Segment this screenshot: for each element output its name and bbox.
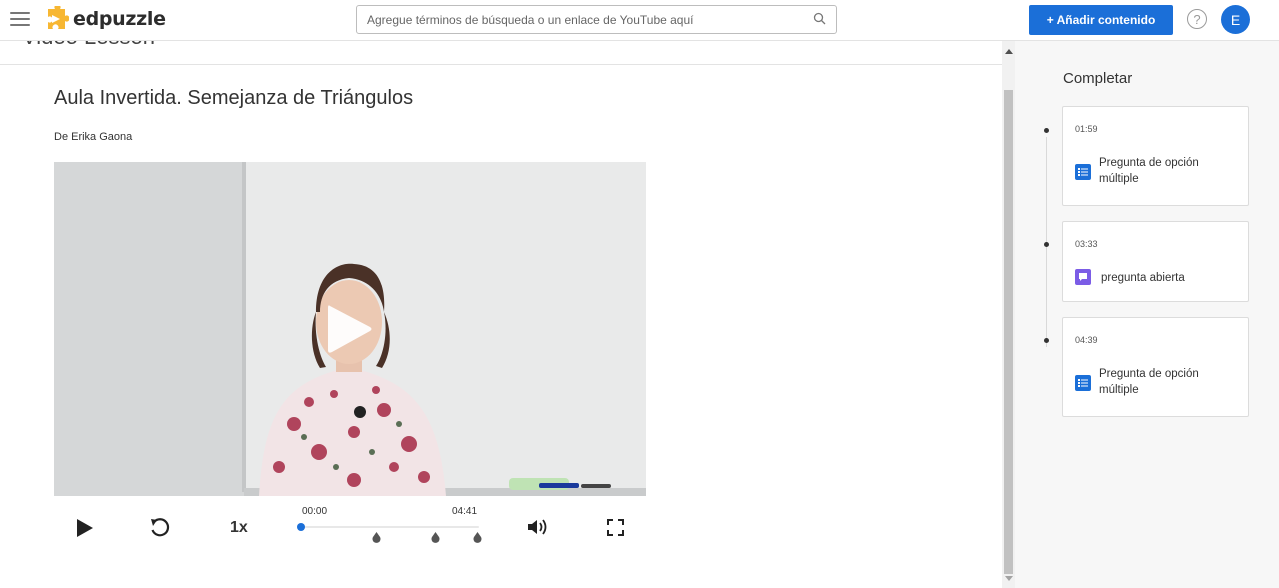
question-label-line: pregunta abierta bbox=[1101, 272, 1185, 284]
question-label-line: múltiple bbox=[1099, 384, 1139, 396]
open-question-icon bbox=[1075, 269, 1091, 285]
menu-icon[interactable] bbox=[8, 9, 32, 29]
search-input[interactable] bbox=[367, 6, 797, 33]
questions-panel: Completar 01:59 Pregunta de opción múlti… bbox=[1015, 41, 1279, 588]
page-title: Aula Invertida. Semejanza de Triángulos bbox=[54, 87, 414, 109]
avatar[interactable]: E bbox=[1221, 5, 1250, 34]
partial-title: Video Lesson bbox=[22, 41, 155, 50]
panel-heading: Completar bbox=[1063, 70, 1133, 87]
puzzle-logo-icon bbox=[48, 6, 69, 29]
question-marker[interactable] bbox=[473, 532, 482, 543]
video-controls: 1x 00:00 04:41 bbox=[54, 501, 646, 561]
scrollbar[interactable] bbox=[1002, 41, 1015, 588]
question-label: Pregunta de opción múltiple bbox=[1099, 366, 1199, 398]
help-icon[interactable]: ? bbox=[1187, 9, 1207, 29]
question-card[interactable]: 01:59 Pregunta de opción múltiple bbox=[1062, 106, 1249, 206]
search-icon[interactable] bbox=[812, 11, 828, 27]
search-box bbox=[356, 5, 837, 34]
fullscreen-icon[interactable] bbox=[607, 519, 624, 536]
lesson-pane: Video Lesson Aula Invertida. Semejanza d… bbox=[0, 41, 1002, 588]
author-line: De Erika Gaona bbox=[54, 131, 133, 143]
replay-icon[interactable] bbox=[149, 517, 171, 539]
question-card[interactable]: 03:33 pregunta abierta bbox=[1062, 221, 1249, 302]
timeline-dot bbox=[1044, 338, 1049, 343]
add-content-button[interactable]: + Añadir contenido bbox=[1029, 5, 1173, 35]
question-label: Pregunta de opción múltiple bbox=[1099, 155, 1199, 187]
multiple-choice-icon bbox=[1075, 164, 1091, 180]
top-bar: edpuzzle + Añadir contenido ? E bbox=[0, 0, 1279, 41]
timeline-dot bbox=[1044, 242, 1049, 247]
current-time: 00:00 bbox=[302, 506, 328, 517]
duration: 04:41 bbox=[452, 506, 478, 517]
playback-speed-button[interactable]: 1x bbox=[230, 519, 248, 537]
question-label-line: Pregunta de opción bbox=[1099, 157, 1199, 169]
question-marker[interactable] bbox=[372, 532, 381, 543]
question-label-line: Pregunta de opción bbox=[1099, 368, 1199, 380]
multiple-choice-icon bbox=[1075, 375, 1091, 391]
question-card[interactable]: 04:39 Pregunta de opción múltiple bbox=[1062, 317, 1249, 417]
question-marker[interactable] bbox=[431, 532, 440, 543]
timeline-dot bbox=[1044, 128, 1049, 133]
question-time: 04:39 bbox=[1075, 335, 1098, 345]
question-label-line: múltiple bbox=[1099, 173, 1139, 185]
scroll-up-arrow[interactable] bbox=[1005, 49, 1013, 54]
progress-handle[interactable] bbox=[297, 523, 305, 531]
question-label: pregunta abierta bbox=[1101, 270, 1185, 286]
question-time: 03:33 bbox=[1075, 239, 1098, 249]
edpuzzle-logo[interactable]: edpuzzle bbox=[43, 4, 166, 34]
video-player[interactable] bbox=[54, 162, 646, 496]
play-overlay-icon[interactable] bbox=[324, 302, 374, 356]
divider bbox=[0, 64, 1002, 65]
progress-track[interactable] bbox=[301, 526, 479, 528]
play-icon[interactable] bbox=[76, 518, 94, 538]
volume-icon[interactable] bbox=[527, 518, 551, 536]
scroll-thumb[interactable] bbox=[1004, 90, 1013, 574]
question-time: 01:59 bbox=[1075, 124, 1098, 134]
scroll-down-arrow[interactable] bbox=[1005, 576, 1013, 581]
logo-text: edpuzzle bbox=[73, 8, 166, 30]
